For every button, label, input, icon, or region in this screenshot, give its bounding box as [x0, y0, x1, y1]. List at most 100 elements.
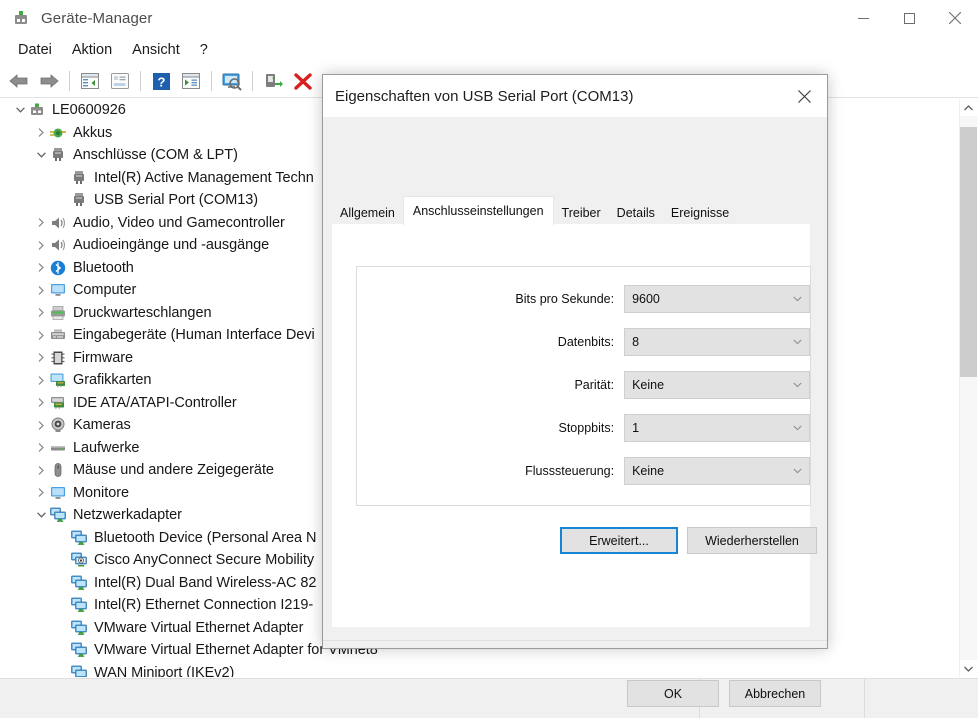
device-manager-icon — [11, 8, 31, 28]
uninstall-device-icon[interactable] — [288, 67, 318, 95]
tree-item-label: Eingabegeräte (Human Interface Devi — [73, 327, 315, 344]
combobox[interactable]: Keine — [624, 457, 810, 485]
scan-hardware-icon[interactable] — [217, 67, 247, 95]
chevron-down-icon[interactable] — [33, 144, 49, 166]
ide-controller-icon — [49, 394, 67, 412]
dialog-close-button[interactable] — [781, 75, 827, 117]
help-icon[interactable]: ? — [146, 67, 176, 95]
chevron-right-icon[interactable] — [33, 212, 49, 234]
restore-defaults-button[interactable]: Wiederherstellen — [687, 527, 817, 554]
chevron-down-icon[interactable] — [793, 329, 802, 355]
combobox-value: 9600 — [632, 292, 660, 306]
close-button[interactable] — [932, 0, 978, 36]
network-adapter-icon — [70, 596, 88, 614]
tree-item-label: Bluetooth — [73, 259, 134, 276]
chevron-down-icon[interactable] — [793, 286, 802, 312]
chevron-right-icon[interactable] — [33, 302, 49, 324]
scrollbar-thumb[interactable] — [960, 127, 977, 377]
chevron-down-icon[interactable] — [33, 504, 49, 526]
combobox[interactable]: Keine — [624, 371, 810, 399]
chevron-down-icon[interactable] — [793, 372, 802, 398]
properties-icon[interactable] — [105, 67, 135, 95]
combobox[interactable]: 8 — [624, 328, 810, 356]
chevron-right-icon[interactable] — [33, 459, 49, 481]
menu-ansicht[interactable]: Ansicht — [122, 39, 190, 62]
monitor-icon — [49, 281, 67, 299]
dialog-footer-divider — [323, 640, 827, 641]
chevron-right-icon[interactable] — [33, 122, 49, 144]
chevron-right-icon[interactable] — [33, 324, 49, 346]
combobox[interactable]: 1 — [624, 414, 810, 442]
tab-label: Treiber — [561, 206, 601, 221]
bluetooth-icon — [49, 259, 67, 277]
field-row: Datenbits: 8 — [357, 328, 810, 356]
network-adapter-icon — [49, 506, 67, 524]
chevron-right-icon[interactable] — [33, 234, 49, 256]
screen: Geräte-Manager Datei Aktion Ansicht ? ? … — [0, 0, 978, 718]
status-segment-3 — [865, 679, 978, 718]
window-titlebar: Geräte-Manager — [0, 0, 978, 36]
network-adapter-icon — [70, 529, 88, 547]
scroll-up-icon[interactable] — [960, 99, 977, 116]
chevron-right-icon[interactable] — [33, 257, 49, 279]
tree-item-label: Monitore — [73, 484, 130, 501]
hid-icon — [49, 326, 67, 344]
field-label: Flusssteuerung: — [525, 464, 615, 478]
tab-4[interactable]: Ereignisse — [662, 202, 738, 225]
chevron-down-icon[interactable] — [793, 415, 802, 441]
cancel-button[interactable]: Abbrechen — [729, 680, 821, 707]
tree-item-label: Laufwerke — [73, 439, 140, 456]
restore-button-label: Wiederherstellen — [705, 533, 799, 548]
menu-hilfe[interactable]: ? — [190, 39, 218, 62]
network-adapter-icon — [70, 641, 88, 659]
chevron-right-icon[interactable] — [33, 279, 49, 301]
tree-item-label: Anschlüsse (COM & LPT) — [73, 147, 238, 164]
field-label: Parität: — [574, 378, 615, 392]
chevron-right-icon[interactable] — [33, 482, 49, 504]
vertical-scrollbar[interactable] — [959, 99, 977, 677]
properties-dialog: Eigenschaften von USB Serial Port (COM13… — [322, 74, 828, 707]
tab-3[interactable]: Details — [608, 202, 663, 225]
menu-datei[interactable]: Datei — [8, 39, 62, 62]
chevron-right-icon[interactable] — [33, 392, 49, 414]
tab-label: Details — [616, 206, 655, 221]
chevron-right-icon[interactable] — [33, 414, 49, 436]
chevron-right-icon[interactable] — [33, 347, 49, 369]
window-controls — [840, 0, 978, 36]
menu-aktion[interactable]: Aktion — [62, 39, 122, 62]
tab-1[interactable]: Anschlusseinstellungen — [402, 196, 554, 225]
tab-2[interactable]: Treiber — [553, 202, 609, 225]
update-driver-icon[interactable] — [176, 67, 206, 95]
dialog-tabstrip: Allgemein Anschlusseinstellungen Treiber De… — [332, 196, 738, 225]
chevron-right-icon[interactable] — [33, 369, 49, 391]
tree-item-label: USB Serial Port (COM13) — [94, 192, 259, 209]
tree-item-label: Bluetooth Device (Personal Area N — [94, 529, 317, 546]
back-arrow-icon[interactable] — [4, 67, 34, 95]
network-adapter-icon — [70, 574, 88, 592]
tab-0[interactable]: Allgemein — [332, 202, 403, 225]
toolbar-separator — [69, 71, 70, 91]
dialog-body: Allgemein Anschlusseinstellungen Treiber De… — [323, 117, 827, 707]
combobox[interactable]: 9600 — [624, 285, 810, 313]
chevron-right-icon[interactable] — [33, 437, 49, 459]
forward-arrow-icon[interactable] — [34, 67, 64, 95]
minimize-button[interactable] — [840, 0, 886, 36]
tree-item[interactable]: WAN Miniport (IKEv2) — [2, 662, 959, 677]
chevron-down-icon[interactable] — [793, 458, 802, 484]
maximize-button[interactable] — [886, 0, 932, 36]
chevron-down-icon[interactable] — [12, 99, 28, 121]
field-row: Stoppbits: 1 — [357, 414, 810, 442]
tree-item-label: Kameras — [73, 417, 131, 434]
tree-item-label: Audio, Video und Gamecontroller — [73, 214, 285, 231]
field-label: Datenbits: — [557, 335, 615, 349]
enable-device-icon[interactable] — [258, 67, 288, 95]
advanced-button[interactable]: Erweitert... — [560, 527, 678, 554]
ok-button[interactable]: OK — [627, 680, 719, 707]
scroll-down-icon[interactable] — [960, 660, 977, 677]
dialog-title: Eigenschaften von USB Serial Port (COM13… — [335, 87, 634, 105]
show-hidden-pane-icon[interactable] — [75, 67, 105, 95]
combobox-value: 1 — [632, 421, 640, 435]
